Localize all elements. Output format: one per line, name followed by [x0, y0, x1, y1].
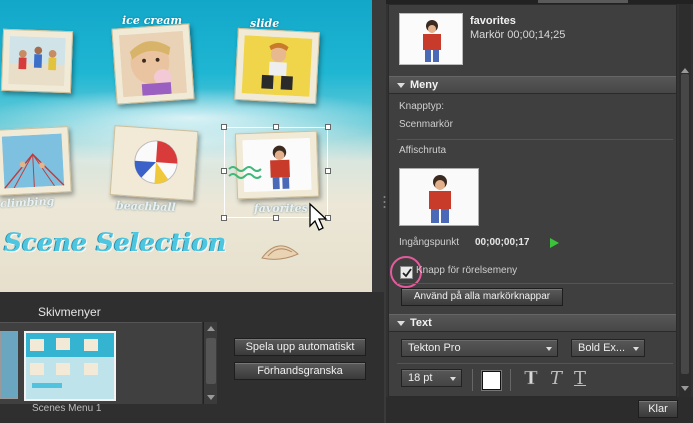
motion-menu-checkbox-label[interactable]: Knapp för rörelsemeny — [416, 265, 517, 276]
apply-all-markers-button[interactable]: Använd på alla markörknappar — [401, 288, 563, 306]
divider — [397, 283, 673, 284]
thumbnail-scrollbar[interactable] — [203, 322, 217, 404]
toolbar-separator — [472, 369, 473, 391]
collapse-triangle-icon[interactable] — [397, 83, 405, 88]
seashell-icon — [261, 245, 299, 260]
photo-title-climbing: climbing — [0, 194, 55, 211]
done-button[interactable]: Klar — [638, 400, 678, 418]
disc-menus-title: Skivmenyer — [38, 305, 101, 319]
font-size-dropdown[interactable]: 18 pt — [401, 369, 462, 387]
panel-tab-accent — [538, 0, 628, 3]
menu-photo-climbing[interactable] — [0, 126, 72, 196]
in-point-label: Ingångspunkt — [399, 237, 460, 248]
font-style-value: Bold Ex... — [578, 342, 626, 354]
font-style-dropdown[interactable]: Bold Ex... — [571, 339, 645, 357]
photo-title-ice-cream: ice cream — [122, 14, 182, 27]
scroll-up-icon[interactable] — [207, 326, 215, 331]
resize-handle[interactable] — [325, 124, 331, 130]
ice-cream-image — [118, 30, 188, 98]
button-type-label: Knapptyp: — [399, 101, 445, 112]
menu-preview-canvas[interactable]: ice cream slide climbing beachball favor… — [0, 0, 372, 292]
divider — [397, 139, 673, 140]
resize-handle[interactable] — [325, 168, 331, 174]
toolbar-separator — [510, 369, 511, 391]
selected-item-name: favorites — [470, 15, 516, 27]
resize-handle[interactable] — [273, 215, 279, 221]
font-size-value: 18 pt — [408, 372, 433, 384]
poster-frame-label: Affischruta — [399, 145, 447, 156]
chevron-down-icon — [546, 347, 552, 351]
menu-thumbnail-previous[interactable] — [0, 331, 18, 399]
mouse-pointer-icon — [309, 202, 328, 231]
favorites-thumbnail-image — [400, 14, 462, 64]
checkmark-icon — [402, 268, 412, 278]
kids-image — [8, 36, 66, 86]
menu-photo-slide[interactable] — [234, 27, 320, 105]
climbing-image — [1, 133, 65, 189]
menu-photo-beachball[interactable] — [109, 125, 199, 201]
scroll-up-icon[interactable] — [681, 68, 689, 73]
slide-image — [241, 35, 313, 97]
play-icon[interactable] — [550, 238, 559, 248]
footer-bar: Klar — [386, 397, 693, 423]
selected-item-thumbnail — [399, 13, 463, 65]
scroll-down-icon[interactable] — [207, 395, 215, 400]
poster-frame-image[interactable] — [399, 168, 479, 226]
chevron-down-icon — [633, 347, 639, 351]
autoplay-button[interactable]: Spela upp automatiskt — [234, 338, 366, 356]
chevron-down-icon — [450, 377, 456, 381]
section-title-menu: Meny — [410, 79, 439, 91]
resize-handle[interactable] — [221, 168, 227, 174]
disc-menus-panel: Skivmenyer Scenes Menu 1 Spela upp autom… — [0, 292, 384, 423]
font-family-dropdown[interactable]: Tekton Pro — [401, 339, 558, 357]
section-title-text: Text — [410, 317, 432, 329]
beachball-image — [117, 132, 191, 194]
section-header-menu[interactable]: Meny — [389, 76, 676, 94]
preview-button[interactable]: Förhandsgranska — [234, 362, 366, 380]
properties-panel: favorites Markör 00;00;14;25 Meny Knappt… — [386, 0, 693, 423]
photo-title-beachball: beachball — [115, 198, 176, 215]
menu-thumbnail-caption: Scenes Menu 1 — [32, 403, 102, 414]
properties-scrollbar[interactable] — [679, 4, 691, 397]
resize-handle[interactable] — [221, 215, 227, 221]
text-color-swatch[interactable] — [481, 370, 502, 391]
selected-item-marker: Markör 00;00;14;25 — [470, 29, 566, 41]
text-style-bold-icon[interactable]: T — [522, 368, 540, 389]
photo-title-slide: slide — [250, 17, 280, 30]
scrollbar-thumb[interactable] — [681, 74, 689, 374]
scenes-menu-thumbnail-image — [26, 333, 114, 399]
menu-photo-ice-cream[interactable] — [111, 23, 195, 105]
font-family-value: Tekton Pro — [408, 342, 461, 354]
in-point-timecode[interactable]: 00;00;00;17 — [475, 237, 529, 248]
section-header-text[interactable]: Text — [389, 314, 676, 332]
menu-thumbnail-strip: Scenes Menu 1 — [0, 322, 202, 414]
button-type-value: Scenmarkör — [399, 119, 453, 130]
resize-handle[interactable] — [221, 124, 227, 130]
properties-content: favorites Markör 00;00;14;25 Meny Knappt… — [388, 4, 677, 397]
scroll-down-icon[interactable] — [681, 386, 689, 391]
motion-menu-checkbox[interactable] — [400, 266, 413, 279]
scrollbar-thumb[interactable] — [206, 338, 216, 384]
resize-handle[interactable] — [273, 124, 279, 130]
scene-selection-title[interactable]: Scene Selection — [4, 228, 226, 257]
divider — [397, 363, 673, 364]
text-style-italic-icon[interactable]: T — [547, 369, 565, 389]
collapse-triangle-icon[interactable] — [397, 321, 405, 326]
text-style-underline-icon[interactable]: T — [571, 369, 589, 389]
poster-frame-picture — [400, 169, 478, 225]
menu-thumbnail-selected[interactable] — [24, 331, 116, 401]
menu-photo-kids[interactable] — [0, 28, 74, 94]
